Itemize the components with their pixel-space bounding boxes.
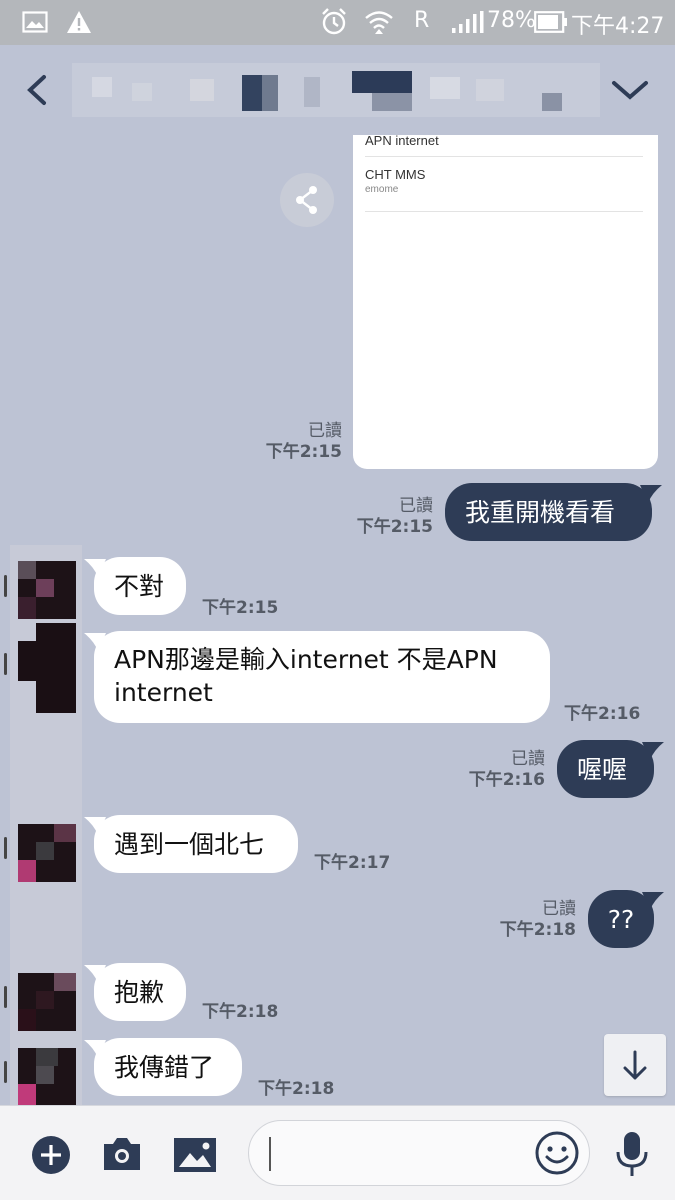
message-meta: 已讀 下午2:15 (265, 421, 342, 462)
roaming-indicator: R (414, 8, 430, 33)
contact-name-pixelated (72, 63, 600, 117)
input-bar (0, 1105, 675, 1200)
incoming-message[interactable]: 抱歉 (94, 963, 186, 1021)
camera-button[interactable] (100, 1134, 144, 1178)
message-meta: 已讀 下午2:15 (356, 496, 433, 537)
share-icon (296, 186, 317, 214)
status-bar: R 78% 下午4:27 (0, 0, 675, 45)
alarm-icon (320, 7, 348, 37)
share-button[interactable] (280, 173, 334, 227)
signal-icon (450, 10, 484, 34)
battery-icon (534, 11, 568, 33)
camera-icon (104, 1138, 140, 1170)
emoji-button[interactable] (534, 1130, 580, 1180)
voice-button[interactable] (612, 1130, 652, 1184)
message-list[interactable]: APN internet CHT MMS emome 已讀 下午2:15 已讀 … (0, 135, 675, 1105)
message-time: 下午2:18 (202, 1002, 279, 1022)
avatar[interactable] (18, 973, 76, 1031)
image-icon (174, 1138, 216, 1172)
warning-icon (66, 10, 92, 34)
incoming-message[interactable]: 不對 (94, 557, 186, 615)
wifi-icon (364, 8, 394, 38)
message-meta: 已讀 下午2:18 (499, 899, 576, 940)
outgoing-message[interactable]: 喔喔 (557, 740, 654, 798)
incoming-message[interactable]: APN那邊是輸入internet 不是APN internet (94, 631, 550, 723)
message-time: 下午2:16 (564, 704, 641, 724)
arrow-down-icon (623, 1050, 647, 1080)
expand-menu-button[interactable] (606, 73, 654, 107)
chevron-down-icon (612, 81, 648, 100)
battery-percent: 78% (487, 8, 536, 33)
scroll-to-bottom-button[interactable] (604, 1034, 666, 1096)
incoming-message[interactable]: 我傳錯了 (94, 1038, 242, 1096)
message-meta: 已讀 下午2:16 (468, 749, 545, 790)
message-time: 下午2:17 (314, 853, 391, 873)
sent-image-screenshot[interactable]: APN internet CHT MMS emome (353, 135, 658, 469)
chat-header (0, 45, 675, 135)
incoming-message[interactable]: 遇到一個北七 (94, 815, 298, 873)
chevron-left-icon (27, 75, 46, 105)
clock: 下午4:27 (571, 14, 665, 39)
apn-row: CHT MMS emome (365, 167, 426, 195)
back-button[interactable] (18, 67, 58, 113)
outgoing-message[interactable]: 我重開機看看 (445, 483, 652, 541)
message-time: 下午2:15 (202, 598, 279, 618)
avatar[interactable] (18, 561, 76, 619)
microphone-icon (616, 1132, 648, 1176)
message-time: 下午2:18 (258, 1079, 335, 1099)
gallery-button[interactable] (172, 1136, 218, 1178)
avatar[interactable] (18, 1048, 76, 1105)
avatar[interactable] (18, 824, 76, 882)
avatar[interactable] (18, 623, 76, 713)
smiley-icon (535, 1131, 579, 1175)
message-input[interactable] (271, 1135, 521, 1173)
add-button[interactable] (30, 1134, 72, 1180)
image-notification-icon (22, 11, 48, 33)
plus-circle-icon (32, 1136, 70, 1174)
